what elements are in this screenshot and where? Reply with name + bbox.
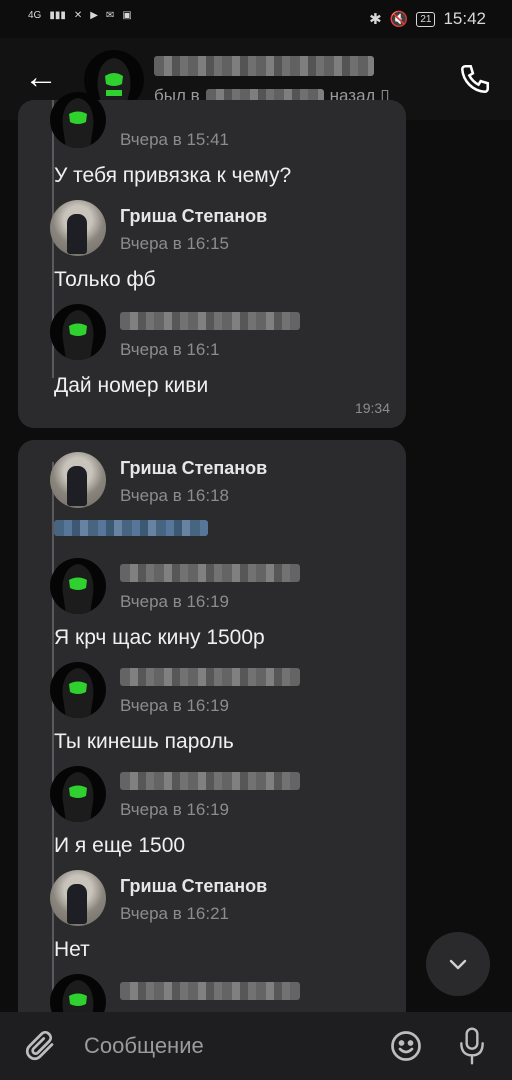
sender-name: Гриша Степанов <box>120 876 268 896</box>
clock: 15:42 <box>443 9 486 28</box>
network-indicator: 4G <box>28 10 42 21</box>
image-icon: ▣ <box>122 10 132 21</box>
message-time: Вчера в 16:19 <box>120 696 230 715</box>
signal-icon: ▮▮▮ <box>49 10 66 21</box>
message-text: Я крч щас кину 1500р <box>54 626 265 649</box>
sender-name-redacted <box>120 564 300 582</box>
sender-name: Гриша Степанов <box>120 206 268 226</box>
message-input[interactable] <box>82 1032 366 1060</box>
avatar <box>50 870 106 926</box>
back-arrow-icon[interactable]: ← <box>24 60 58 94</box>
message-text: И я еще 1500 <box>54 834 186 857</box>
avatar <box>50 452 106 508</box>
chevron-down-icon <box>449 959 467 970</box>
message-time: Вчера в 16:19 <box>120 592 230 611</box>
wifi-off-icon: ✕ <box>73 10 83 21</box>
message-text: Нет <box>54 938 90 961</box>
message-time: Вчера в 16:15 <box>120 234 230 253</box>
message-text: У тебя привязка к чему? <box>54 164 292 187</box>
play-icon: ▶ <box>90 10 98 21</box>
avatar <box>50 200 106 256</box>
mute-icon: 🔇 <box>389 11 409 28</box>
microphone-icon[interactable] <box>456 1026 488 1066</box>
redacted-text <box>54 520 208 536</box>
sender-name: Гриша Степанов <box>120 458 268 478</box>
message-text: Дай номер киви <box>54 374 209 397</box>
message-time: Вчера в 16:19 <box>120 800 230 819</box>
battery-icon: 21 <box>416 11 436 27</box>
sender-name-redacted <box>120 312 300 330</box>
contact-name-redacted <box>154 56 374 76</box>
message-composer <box>0 1012 512 1080</box>
message-time: Вчера в 15:41 <box>120 130 230 149</box>
scroll-to-bottom-button[interactable] <box>426 932 490 996</box>
message-text: Ты кинешь пароль <box>54 730 234 753</box>
avatar <box>50 304 106 360</box>
paperclip-icon[interactable] <box>22 1028 58 1064</box>
mail-icon: ✉ <box>105 10 115 21</box>
phone-call-icon[interactable] <box>458 62 492 96</box>
status-bar: 4G ▮▮▮ ✕ ▶ ✉ ▣ ✱ 🔇 21 15:42 <box>0 0 512 38</box>
message-time: Вчера в 16:1 <box>120 340 220 359</box>
bluetooth-icon: ✱ <box>369 11 382 28</box>
sender-name-redacted <box>120 668 300 686</box>
message-text: Только фб <box>54 268 156 291</box>
sender-name-redacted <box>120 982 300 1000</box>
emoji-icon[interactable] <box>388 1028 424 1064</box>
avatar <box>50 92 106 148</box>
message-time: Вчера в 16:18 <box>120 486 230 505</box>
avatar <box>50 662 106 718</box>
bubble-timestamp: 19:34 <box>354 400 390 416</box>
sender-name-redacted <box>120 772 300 790</box>
avatar <box>50 558 106 614</box>
message-time: Вчера в 16:21 <box>120 904 230 923</box>
message-bubble[interactable]: Гриша Степанов Вчера в 16:18 Вчера в 16:… <box>18 440 406 1040</box>
avatar <box>50 766 106 822</box>
message-bubble[interactable]: Вчера в 15:41 У тебя привязка к чему? Гр… <box>18 92 406 428</box>
